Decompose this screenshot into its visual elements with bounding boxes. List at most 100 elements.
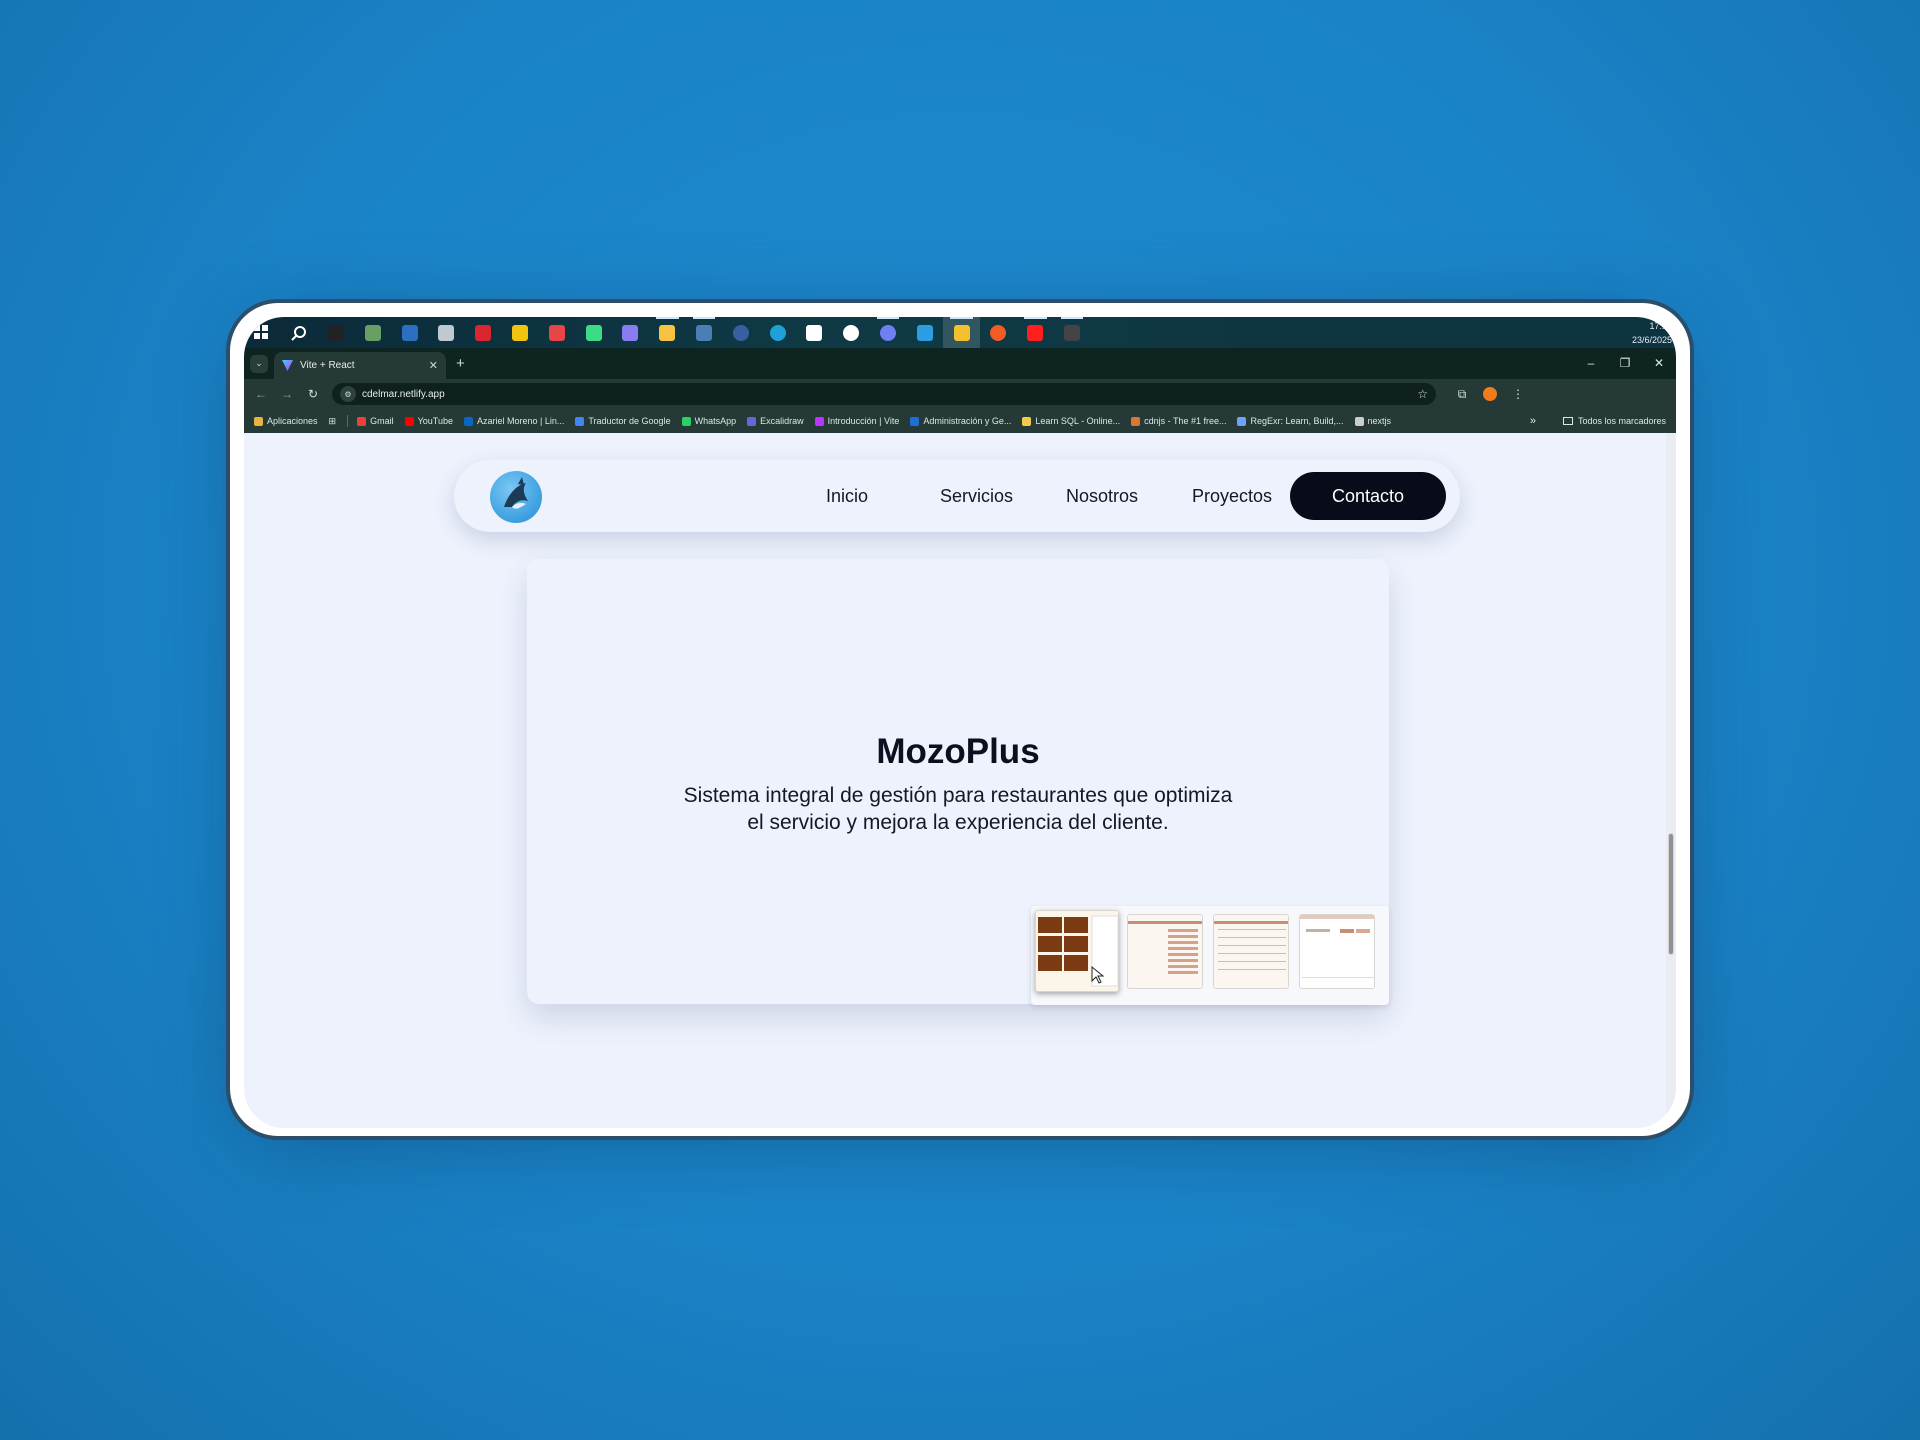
powershell-icon[interactable]	[391, 317, 428, 348]
vscode-icon[interactable]	[906, 317, 943, 348]
terminal-icon[interactable]	[318, 317, 355, 348]
all-bookmarks-folder[interactable]: Todos los marcadores	[1562, 409, 1666, 433]
bookmark-item[interactable]: Azariel Moreno | Lin...	[463, 416, 564, 426]
clock-time: 17:14	[1649, 321, 1672, 331]
back-arrow-icon[interactable]: ←	[248, 387, 274, 401]
shark-logo-icon[interactable]	[490, 471, 542, 523]
android-studio-icon-glyph	[585, 324, 602, 341]
app-red-icon-glyph	[548, 324, 565, 341]
bookmark-favicon-icon	[254, 416, 263, 426]
clock-date: 23/6/2025	[1631, 335, 1672, 345]
bookmark-label: WhatsApp	[694, 416, 737, 426]
bookmark-item[interactable]: Excalidraw	[747, 416, 804, 426]
nav-servicios[interactable]: Servicios	[940, 486, 1013, 507]
amd-icon[interactable]	[465, 317, 502, 348]
scrollbar-thumb[interactable]	[1668, 833, 1674, 955]
device-frame: 17:14 23/6/2025 ⌄ Vite + React ✕ + – ❐ ✕…	[226, 299, 1694, 1140]
edge-icon-glyph	[769, 324, 786, 341]
extensions-icon[interactable]: ⧉	[1448, 387, 1476, 402]
edge-icon[interactable]	[759, 317, 796, 348]
new-tab-button[interactable]: +	[456, 355, 465, 372]
bookmark-favicon-icon	[404, 416, 414, 426]
bookmark-item[interactable]: Traductor de Google	[575, 416, 671, 426]
bookmark-favicon-icon	[357, 416, 367, 426]
youtube-music-icon-glyph	[1027, 324, 1044, 341]
postgresql-icon[interactable]	[686, 317, 723, 348]
tab-close-icon[interactable]: ✕	[429, 359, 438, 372]
nav-proyectos[interactable]: Proyectos	[1192, 486, 1272, 507]
gallery-thumbnail-3[interactable]	[1213, 914, 1289, 989]
search-icon[interactable]	[281, 317, 318, 348]
site-info-icon[interactable]: ⚙	[340, 386, 356, 402]
bookmark-item[interactable]: RegExr: Learn, Build,...	[1237, 416, 1344, 426]
nav-inicio[interactable]: Inicio	[826, 486, 868, 507]
obs-icon[interactable]	[1054, 317, 1091, 348]
mongodb-compass-icon[interactable]	[796, 317, 833, 348]
file-explorer-icon[interactable]	[649, 317, 686, 348]
gallery-thumbnail-4[interactable]	[1299, 914, 1375, 989]
gallery-thumbnail-2[interactable]	[1127, 914, 1203, 989]
bookmark-item[interactable]: Administración y Ge...	[910, 416, 1011, 426]
github-icon[interactable]	[833, 317, 870, 348]
app-red-icon[interactable]	[538, 317, 575, 348]
reload-icon[interactable]: ↻	[300, 387, 326, 401]
bookmark-item[interactable]: Learn SQL - Online...	[1022, 416, 1120, 426]
profile-avatar[interactable]	[1483, 387, 1497, 401]
bookmark-star-icon[interactable]: ☆	[1417, 387, 1428, 401]
screenshot-gallery	[1031, 906, 1389, 1005]
project-card: MozoPlus Sistema integral de gestión par…	[527, 559, 1389, 1005]
vscode-icon-glyph	[916, 324, 933, 341]
bookmark-label: Excalidraw	[760, 416, 804, 426]
bookmark-label: RegExr: Learn, Build,...	[1250, 416, 1344, 426]
nodejs-icon[interactable]	[354, 317, 391, 348]
browser-tab[interactable]: Vite + React ✕	[274, 352, 446, 379]
file-explorer-icon-glyph	[659, 324, 676, 341]
project-title: MozoPlus	[876, 732, 1040, 771]
contact-button[interactable]: Contacto	[1290, 472, 1446, 520]
youtube-music-icon[interactable]	[1017, 317, 1054, 348]
copilot-icon[interactable]	[612, 317, 649, 348]
bookmark-item[interactable]: nextjs	[1354, 416, 1391, 426]
window-controls: – ❐ ✕	[1574, 348, 1676, 379]
tab-groups-icon[interactable]: ⊞	[329, 416, 337, 427]
windows-start-icon[interactable]	[244, 317, 281, 348]
vite-favicon-icon	[282, 360, 293, 371]
address-bar[interactable]: ⚙ cdelmar.netlify.app ☆	[332, 383, 1436, 405]
bookmark-item[interactable]: Aplicaciones	[254, 416, 318, 426]
browser-tab-strip: ⌄ Vite + React ✕ + – ❐ ✕	[244, 348, 1676, 379]
brave-icon[interactable]	[980, 317, 1017, 348]
forward-arrow-icon[interactable]: →	[274, 387, 300, 401]
app-icon[interactable]	[428, 317, 465, 348]
gallery-thumbnail-1[interactable]	[1035, 910, 1119, 992]
bookmark-item[interactable]: Gmail	[357, 416, 394, 426]
page-scrollbar[interactable]	[1666, 433, 1676, 1128]
bookmark-item[interactable]: cdnjs - The #1 free...	[1131, 416, 1226, 426]
bookmark-favicon-icon	[1131, 416, 1141, 426]
tab-search-button[interactable]: ⌄	[250, 354, 268, 373]
close-window-icon[interactable]: ✕	[1642, 348, 1676, 379]
menu-kebab-icon[interactable]: ⋮	[1504, 387, 1532, 401]
obs-icon-glyph	[1063, 324, 1080, 341]
bookmarks-overflow-icon[interactable]: »	[1530, 409, 1536, 433]
bookmark-favicon-icon	[1022, 416, 1032, 426]
restore-icon[interactable]: ❐	[1608, 348, 1642, 379]
bookmark-item[interactable]: Introducción | Vite	[814, 416, 899, 426]
tab-title: Vite + React	[300, 360, 355, 371]
url-text: cdelmar.netlify.app	[362, 388, 445, 400]
nodejs-icon-glyph	[364, 324, 381, 341]
mongodb-compass-icon-glyph	[806, 324, 823, 341]
bookmark-item[interactable]: YouTube	[404, 416, 453, 426]
git-icon[interactable]	[502, 317, 539, 348]
bookmark-favicon-icon	[814, 416, 824, 426]
taskbar-clock[interactable]: 17:14 23/6/2025	[1632, 319, 1672, 347]
nav-nosotros[interactable]: Nosotros	[1066, 486, 1138, 507]
brave-icon-glyph	[990, 324, 1007, 341]
terminal-icon-glyph	[327, 324, 344, 341]
app-blue-icon[interactable]	[722, 317, 759, 348]
bookmark-item[interactable]: WhatsApp	[681, 416, 737, 426]
minimize-icon[interactable]: –	[1574, 348, 1608, 379]
windows-start-icon-glyph	[254, 324, 270, 341]
discord-icon[interactable]	[870, 317, 907, 348]
android-studio-icon[interactable]	[575, 317, 612, 348]
chrome-icon[interactable]	[943, 317, 980, 348]
